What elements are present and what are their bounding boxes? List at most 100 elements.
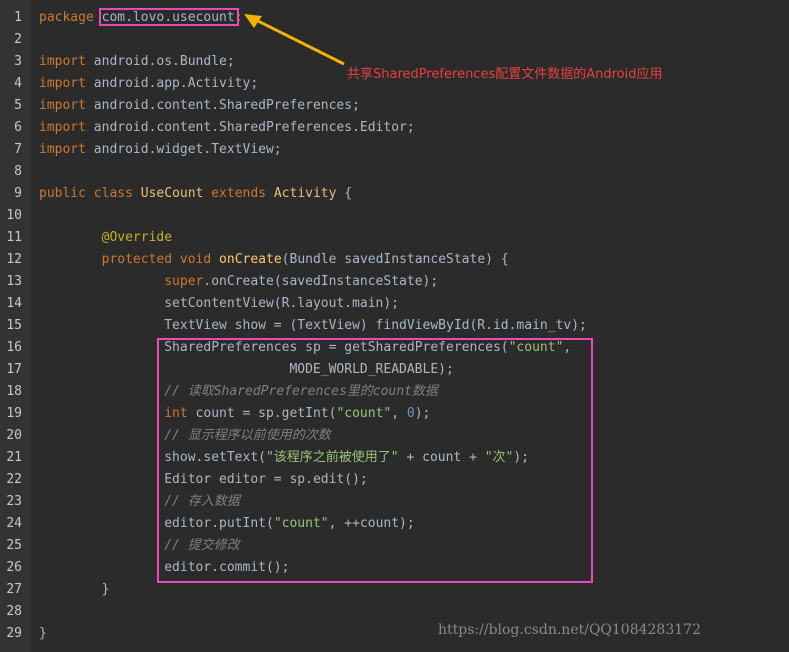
code-line: 5 import android.content.SharedPreference… [0,95,789,117]
code-token: import [39,76,86,91]
code-token: import [39,98,86,113]
line-number: 7 [14,142,22,157]
line-number: 16 [6,340,22,355]
line-number: 3 [14,54,22,69]
line-number: 13 [6,274,22,289]
package-highlight-box [99,8,239,26]
code-token: UseCount [140,186,204,201]
code-token: .onCreate(savedInstanceState); [203,274,439,289]
code-line: 13 super.onCreate(savedInstanceState); [0,271,789,293]
code-text: super.onCreate(savedInstanceState); [39,271,438,293]
code-token: } [101,582,110,597]
code-text: } [39,579,110,601]
line-number: 25 [6,538,22,553]
line-number: 23 [6,494,22,509]
code-token: package [39,10,94,25]
line-number: 12 [6,252,22,267]
code-token: void [179,252,212,267]
line-number: 8 [14,164,22,179]
code-token: import [39,54,86,69]
line-number: 29 [6,626,22,641]
line-number: 28 [6,604,22,619]
code-text: @Override [39,227,172,249]
code-token: onCreate [219,252,282,267]
watermark: https://blog.csdn.net/QQ1084283172 [438,622,701,638]
line-number: 2 [14,32,22,47]
line-number: 1 [14,10,22,25]
code-token: Activity [273,186,337,201]
code-token: super [164,274,204,289]
code-line: 8 [0,161,789,183]
code-line: 12 protected void onCreate(Bundle savedI… [0,249,789,271]
code-text: TextView show = (TextView) findViewById(… [39,315,587,337]
code-token: android.os.Bundle; [85,54,235,69]
code-token: android.content.SharedPreferences; [85,98,360,113]
code-editor: 1 package com.lovo.usecount; 2 3 import andr… [0,0,789,652]
line-number: 6 [14,120,22,135]
code-token: android.widget.TextView; [85,142,282,157]
code-line: 7 import android.widget.TextView; [0,139,789,161]
code-line: 9 public class UseCount extends Activity … [0,183,789,205]
code-token: (Bundle savedInstanceState) { [281,252,509,267]
code-token: class [93,186,133,201]
code-text: import android.widget.TextView; [39,139,282,161]
line-number: 27 [6,582,22,597]
code-token: public [39,186,86,201]
line-number: 9 [14,186,22,201]
line-number: 21 [6,450,22,465]
code-text: import android.app.Activity; [39,73,258,95]
line-number: 17 [6,362,22,377]
annotation-label: 共享SharedPreferences配置文件数据的Android应用 [347,67,663,82]
code-token: android.app.Activity; [85,76,259,91]
shared-preferences-highlight-box [157,338,593,583]
line-number: 24 [6,516,22,531]
annotation-arrow [244,14,345,66]
code-line: 28 [0,601,789,623]
code-text: import android.content.SharedPreferences… [39,117,415,139]
line-number: 26 [6,560,22,575]
line-number: 15 [6,318,22,333]
code-token: android.content.SharedPreferences.Editor… [85,120,415,135]
line-number: 14 [6,296,22,311]
code-token: protected [101,252,173,267]
line-number: 11 [6,230,22,245]
line-number: 4 [14,76,22,91]
line-number: 20 [6,428,22,443]
code-text: import android.os.Bundle; [39,51,235,73]
code-token: import [39,142,86,157]
code-text: import android.content.SharedPreferences… [39,95,360,117]
code-token: } [39,626,47,641]
line-number: 22 [6,472,22,487]
code-line: 15 TextView show = (TextView) findViewBy… [0,315,789,337]
code-line: 10 [0,205,789,227]
line-number: 19 [6,406,22,421]
code-token: @Override [101,230,173,245]
code-token: TextView show = (TextView) findViewById(… [164,318,587,333]
code-token: { [336,186,353,201]
code-token: extends [211,186,267,201]
code-line: 14 setContentView(R.layout.main); [0,293,789,315]
line-number: 10 [6,208,22,223]
code-text: protected void onCreate(Bundle savedInst… [39,249,509,271]
code-line: 6 import android.content.SharedPreference… [0,117,789,139]
